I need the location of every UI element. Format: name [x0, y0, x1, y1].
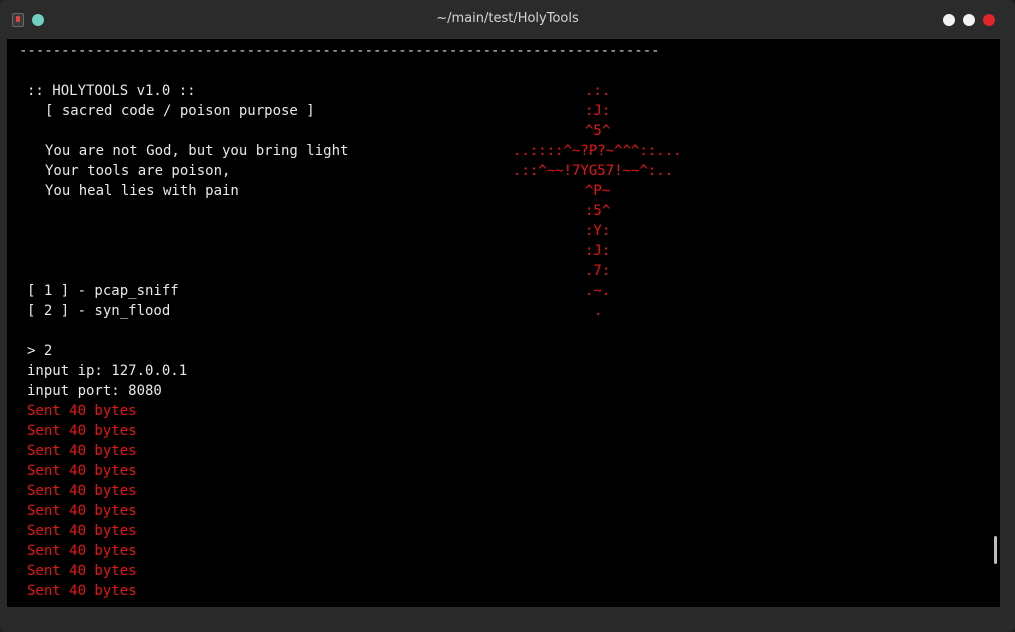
banner-title: :: HOLYTOOLS v1.0 :: [27, 83, 196, 99]
sent-bytes-line: Sent 40 bytes [27, 463, 137, 479]
scrollbar-thumb[interactable] [994, 536, 997, 564]
cross-art-line: . [594, 303, 603, 319]
menu-item-syn-flood: [ 2 ] - syn_flood [27, 303, 171, 319]
cross-art-line: .7: [585, 263, 611, 279]
maximize-button[interactable] [963, 14, 975, 26]
cross-art-line: ..::::^~?P?~^^^::... [513, 143, 682, 159]
prompt-input-line: > 2 [27, 343, 53, 359]
cross-art-line: :J: [585, 243, 611, 259]
cross-art-line: .:. [585, 83, 611, 99]
cross-art-line: :5^ [585, 203, 611, 219]
separator-line: ----------------------------------------… [19, 43, 660, 59]
ip-prompt-line: input ip: 127.0.0.1 [27, 363, 188, 379]
sent-bytes-line: Sent 40 bytes [27, 403, 137, 419]
window-bottom-border [7, 607, 1000, 615]
cross-art-line: ^5^ [585, 123, 611, 139]
menu-item-pcap-sniff: [ 1 ] - pcap_sniff [27, 283, 179, 299]
close-button[interactable] [983, 14, 995, 26]
minimize-button[interactable] [943, 14, 955, 26]
cross-art-line: ^P~ [585, 183, 611, 199]
terminal-output[interactable]: ----------------------------------------… [7, 39, 1000, 607]
cross-art-line: :J: [585, 103, 611, 119]
sent-bytes-line: Sent 40 bytes [27, 543, 137, 559]
port-prompt-line: input port: 8080 [27, 383, 162, 399]
sent-bytes-line: Sent 40 bytes [27, 423, 137, 439]
cross-art-line: .::^~~!7YG57!~~^:.. [513, 163, 674, 179]
sent-bytes-line: Sent 40 bytes [27, 503, 137, 519]
sent-bytes-line: Sent 40 bytes [27, 523, 137, 539]
title-bar[interactable]: ~/main/test/HolyTools [0, 0, 1015, 40]
sent-bytes-line: Sent 40 bytes [27, 563, 137, 579]
cross-art-line: :Y: [585, 223, 611, 239]
verse-line: Your tools are poison, [45, 163, 231, 179]
verse-line: You heal lies with pain [45, 183, 239, 199]
sent-bytes-line: Sent 40 bytes [27, 443, 137, 459]
window-title: ~/main/test/HolyTools [436, 11, 579, 26]
sent-bytes-line: Sent 40 bytes [27, 583, 137, 599]
terminal-window: ~/main/test/HolyTools ------------------… [0, 0, 1015, 632]
sent-bytes-line: Sent 40 bytes [27, 483, 137, 499]
verse-line: You are not God, but you bring light [45, 143, 349, 159]
cross-art-line: .~. [585, 283, 611, 299]
banner-subtitle: [ sacred code / poison purpose ] [45, 103, 315, 119]
